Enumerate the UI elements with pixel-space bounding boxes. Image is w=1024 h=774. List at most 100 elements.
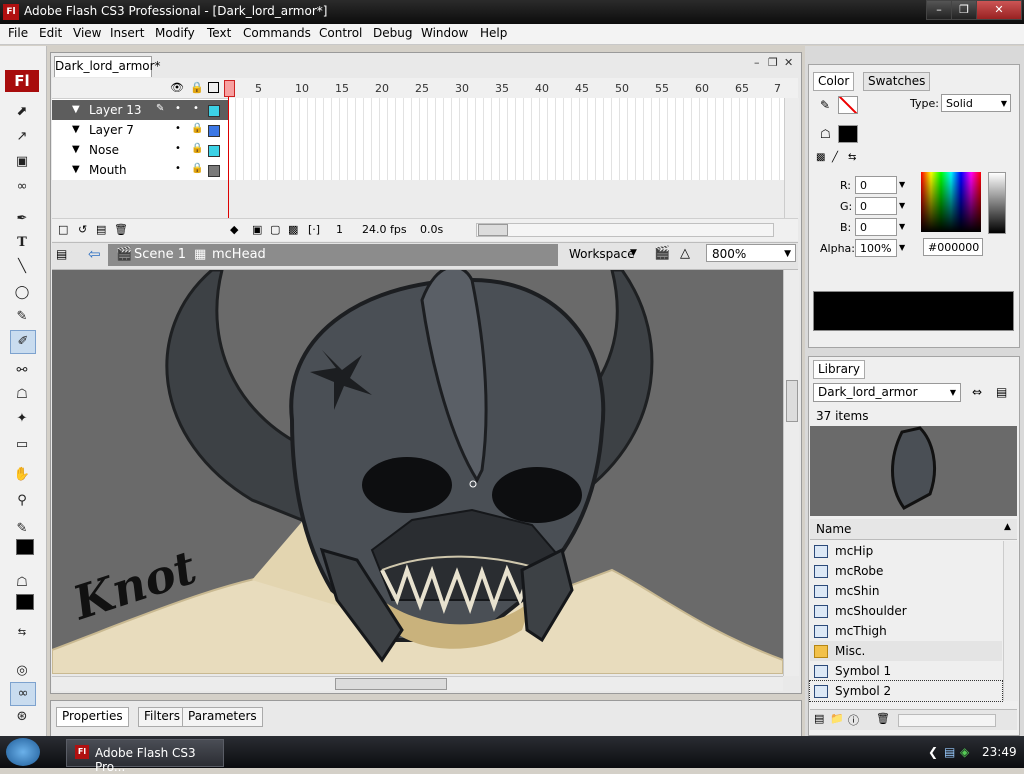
document-tab[interactable]: Dark_lord_armor* <box>54 56 161 77</box>
stage-hscroll[interactable] <box>52 676 783 691</box>
ink-bottle-tool-icon[interactable]: ⚯ <box>10 360 34 382</box>
tab-library[interactable]: Library <box>813 360 865 379</box>
visibility-dot[interactable]: • <box>175 143 181 154</box>
playhead[interactable] <box>228 80 229 230</box>
back-arrow-icon[interactable]: ⇦ <box>88 245 101 263</box>
insert-folder-icon[interactable]: ▤ <box>96 223 106 236</box>
stroke-pencil-icon[interactable]: ✎ <box>820 98 830 112</box>
menu-help[interactable]: Help <box>480 26 507 40</box>
delete-icon[interactable]: 🗑 <box>876 712 890 725</box>
layer-outline-color[interactable] <box>208 145 220 157</box>
library-item[interactable]: mcShin <box>810 581 1002 601</box>
lock-dot[interactable]: • <box>193 103 199 114</box>
workspace-menu[interactable]: Workspace <box>569 247 635 261</box>
no-color-icon[interactable]: ╱ <box>832 152 838 163</box>
doc-minimize-icon[interactable]: – <box>754 56 760 69</box>
delete-layer-icon[interactable]: 🗑 <box>114 223 128 236</box>
text-tool-icon[interactable]: T <box>10 232 34 254</box>
pin-library-icon[interactable]: ⇔ <box>972 385 982 399</box>
menu-view[interactable]: View <box>73 26 101 40</box>
stroke-color-swatch[interactable] <box>16 539 34 555</box>
eyedropper-tool-icon[interactable]: ✦ <box>10 408 34 430</box>
color-spectrum[interactable] <box>921 172 981 232</box>
eraser-tool-icon[interactable]: ▭ <box>10 434 34 456</box>
stage[interactable]: Knot <box>52 270 783 674</box>
outline-icon[interactable] <box>208 82 219 93</box>
library-folder[interactable]: Misc. <box>810 641 1002 661</box>
layer-row[interactable]: ▼ Layer 13 ✎ • • <box>52 100 228 121</box>
layer-outline-color[interactable] <box>208 165 220 177</box>
chevron-down-icon[interactable]: ▼ <box>899 180 905 189</box>
library-item[interactable]: mcRobe <box>810 561 1002 581</box>
oval-tool-icon[interactable]: ◯ <box>10 282 34 304</box>
menu-control[interactable]: Control <box>319 26 362 40</box>
stroke-color-icon[interactable]: ✎ <box>10 518 34 540</box>
layer-row[interactable]: ▼ Mouth • 🔒 <box>52 160 228 181</box>
chevron-down-icon[interactable]: ▼ <box>899 222 905 231</box>
fill-color-box[interactable] <box>838 125 858 143</box>
tab-swatches[interactable]: Swatches <box>863 72 931 91</box>
hand-tool-icon[interactable]: ✋ <box>10 464 34 486</box>
visibility-dot[interactable]: • <box>175 163 181 174</box>
straighten-icon[interactable]: ⊛ <box>10 706 34 728</box>
edit-multiple-icon[interactable]: ▩ <box>288 223 298 236</box>
b-input[interactable]: 0 <box>855 218 897 236</box>
tab-parameters[interactable]: Parameters <box>182 707 263 727</box>
close-button[interactable]: ✕ <box>976 0 1022 20</box>
paint-bucket-tool-icon[interactable]: ☖ <box>10 384 34 406</box>
chevron-down-icon[interactable]: ▼ <box>899 201 905 210</box>
swap-colors-icon[interactable]: ⇆ <box>10 622 34 644</box>
lock-icon[interactable]: 🔒 <box>191 163 203 174</box>
stroke-none-swatch[interactable] <box>838 96 858 114</box>
tab-filters[interactable]: Filters <box>138 707 186 727</box>
g-input[interactable]: 0 <box>855 197 897 215</box>
name-column-header[interactable]: Name <box>816 522 851 536</box>
alpha-input[interactable]: 100% <box>855 239 897 257</box>
timeline-hscroll[interactable] <box>476 223 774 237</box>
pen-tool-icon[interactable]: ✒ <box>10 208 34 230</box>
lock-icon[interactable]: 🔒 <box>191 143 203 154</box>
fill-color-swatch[interactable] <box>16 594 34 610</box>
library-document-select[interactable]: Dark_lord_armor ▼ <box>813 383 961 402</box>
tray-app-icon[interactable]: ◈ <box>960 745 969 759</box>
brightness-slider[interactable] <box>988 172 1006 234</box>
properties-icon[interactable]: ⓘ <box>848 712 859 728</box>
frame-grid[interactable] <box>228 98 784 180</box>
pencil-tool-icon[interactable]: ✎ <box>10 306 34 328</box>
menu-edit[interactable]: Edit <box>39 26 62 40</box>
breadcrumb-symbol[interactable]: mcHead <box>212 247 266 262</box>
timeline-toggle-icon[interactable]: ▤ <box>56 247 67 261</box>
lasso-tool-icon[interactable]: ∞ <box>10 176 34 198</box>
line-tool-icon[interactable]: ╲ <box>10 256 34 278</box>
layer-row[interactable]: ▼ Nose • 🔒 <box>52 140 228 161</box>
layer-outline-color[interactable] <box>208 105 220 117</box>
library-item[interactable]: mcHip <box>810 541 1002 561</box>
tray-chevron-icon[interactable]: ❮ <box>928 745 938 759</box>
edit-scene-icon[interactable]: 🎬 <box>654 246 670 261</box>
menu-modify[interactable]: Modify <box>155 26 195 40</box>
tab-properties[interactable]: Properties <box>56 707 129 727</box>
new-folder-icon[interactable]: 📁 <box>830 712 844 725</box>
breadcrumb-scene[interactable]: Scene 1 <box>134 247 186 262</box>
insert-layer-icon[interactable]: □ <box>58 223 68 236</box>
clock[interactable]: 23:49 <box>982 745 1017 759</box>
new-symbol-icon[interactable]: ▤ <box>814 712 824 725</box>
new-library-panel-icon[interactable]: ▤ <box>996 385 1007 399</box>
doc-restore-icon[interactable]: ❐ <box>768 56 778 69</box>
menu-insert[interactable]: Insert <box>110 26 144 40</box>
type-select[interactable]: Solid ▼ <box>941 94 1011 112</box>
menu-text[interactable]: Text <box>207 26 231 40</box>
playhead-handle[interactable] <box>224 80 235 97</box>
tab-color[interactable]: Color <box>813 72 855 91</box>
minimize-button[interactable]: – <box>926 0 952 20</box>
default-colors-icon[interactable]: ▩ <box>816 152 825 163</box>
menu-file[interactable]: File <box>8 26 28 40</box>
timeline-vscroll[interactable] <box>784 98 799 218</box>
stage-hscroll-thumb[interactable] <box>335 678 447 690</box>
eye-icon[interactable]: 👁 <box>170 81 184 94</box>
zoom-tool-icon[interactable]: ⚲ <box>10 490 34 512</box>
center-frame-icon[interactable]: ◆ <box>230 223 238 236</box>
modify-markers-icon[interactable]: [·] <box>308 223 320 236</box>
library-item[interactable]: mcThigh <box>810 621 1002 641</box>
layer-row[interactable]: ▼ Layer 7 • 🔒 <box>52 120 228 141</box>
